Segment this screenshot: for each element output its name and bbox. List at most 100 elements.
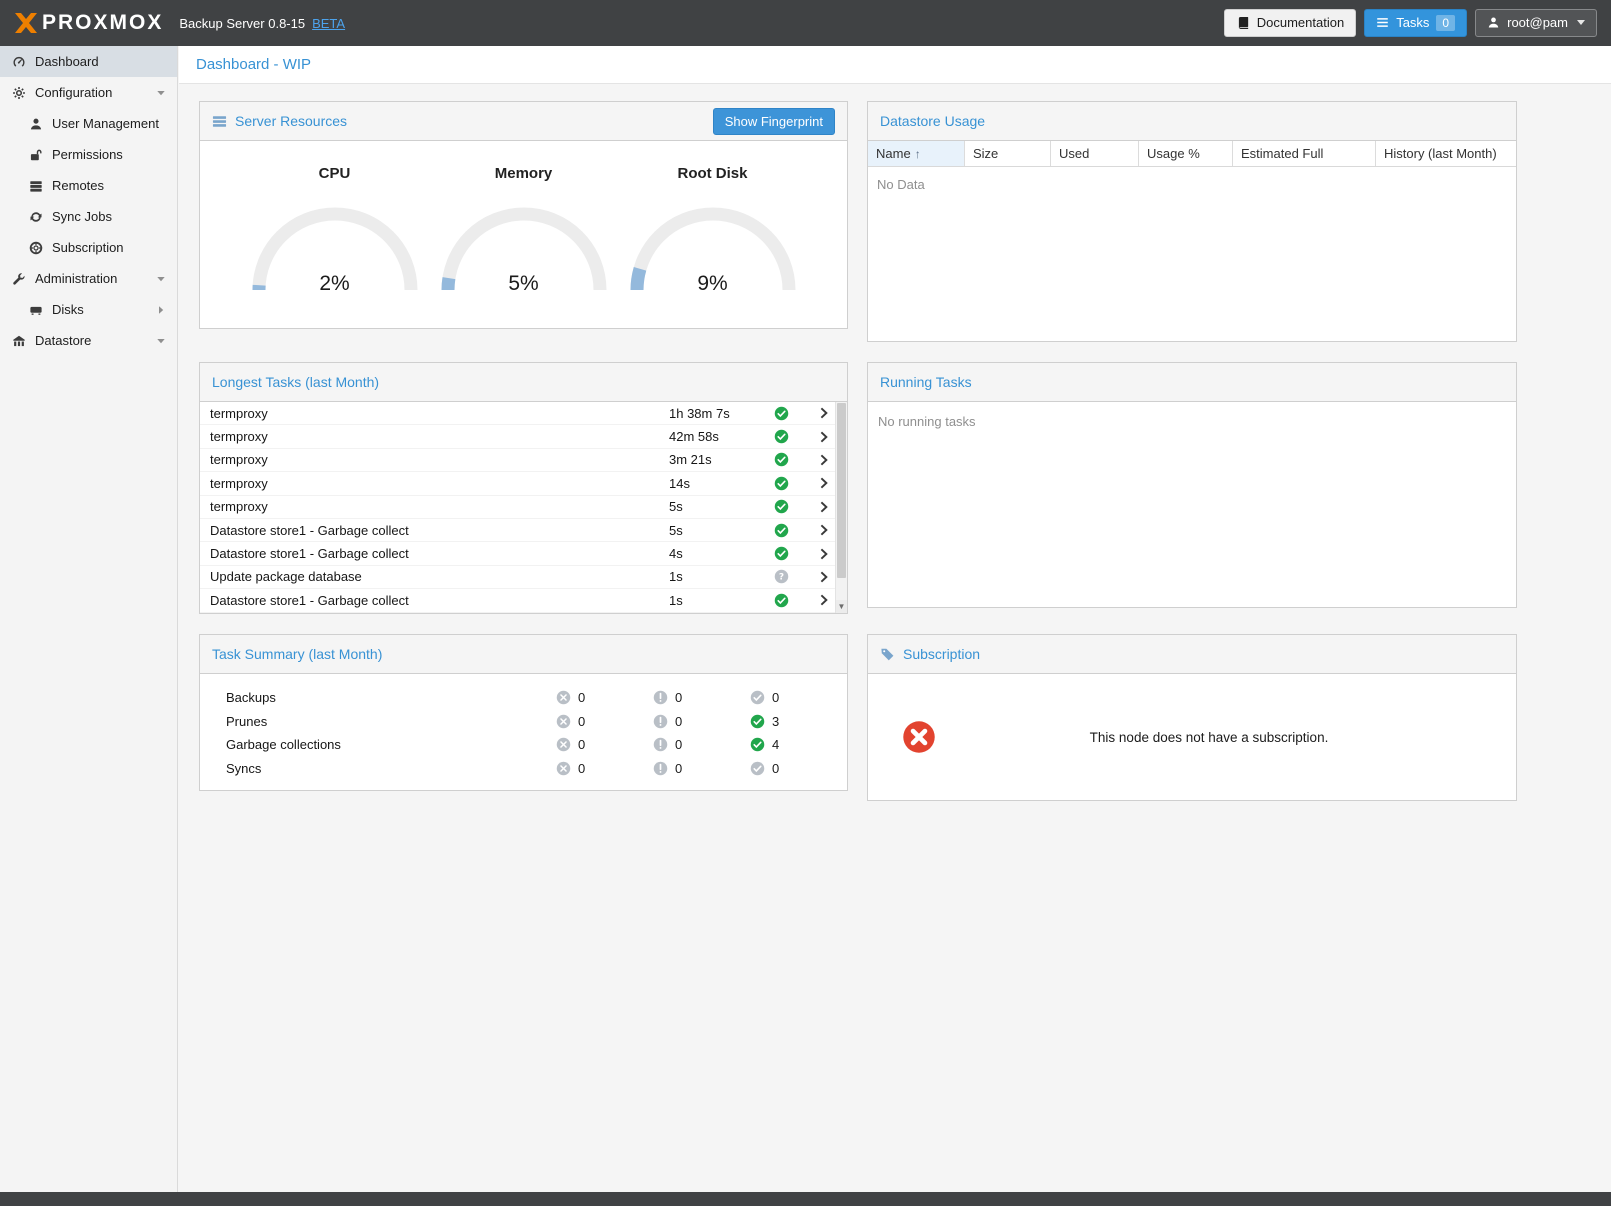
subscription-header: Subscription (868, 635, 1516, 674)
task-duration: 4s (669, 546, 774, 561)
column-header-history-last-month[interactable]: History (last Month) (1376, 141, 1516, 166)
sidebar-item-dashboard[interactable]: Dashboard (0, 46, 177, 77)
summary-row-syncs: Syncs000 (200, 757, 847, 781)
sidebar-item-subscription[interactable]: Subscription (0, 232, 177, 263)
caret-right-icon[interactable] (156, 305, 166, 315)
caret-down-icon[interactable] (156, 274, 166, 284)
documentation-button[interactable]: Documentation (1224, 9, 1356, 37)
sidebar-item-user-management[interactable]: User Management (0, 108, 177, 139)
sidebar-item-remotes[interactable]: Remotes (0, 170, 177, 201)
ok-count-cell[interactable]: 0 (750, 690, 847, 705)
chevron-right-icon[interactable] (807, 406, 831, 420)
tasks-button[interactable]: Tasks 0 (1364, 9, 1467, 37)
disk-icon (27, 302, 44, 318)
user-icon (1487, 16, 1500, 29)
page-title: Dashboard - WIP (196, 56, 311, 73)
product-version: Backup Server 0.8-15 (179, 16, 305, 31)
column-label: Usage % (1147, 146, 1200, 161)
longest-tasks-panel: Longest Tasks (last Month) termproxy1h 3… (199, 362, 848, 614)
show-fingerprint-button[interactable]: Show Fingerprint (713, 108, 835, 135)
summary-label: Backups (200, 690, 556, 705)
error-count-cell[interactable]: 0 (556, 737, 653, 752)
warning-count-cell[interactable]: 0 (653, 690, 750, 705)
task-row[interactable]: termproxy14s (200, 472, 835, 495)
gauge-value: 2% (245, 272, 425, 296)
ok-icon (750, 690, 765, 705)
chevron-right-icon[interactable] (807, 476, 831, 490)
ok-status-icon (774, 499, 807, 514)
vertical-scrollbar[interactable]: ▼ (835, 402, 847, 613)
datastore-usage-empty: No Data (868, 167, 1516, 341)
task-row[interactable]: Datastore store1 - Garbage collect4s (200, 542, 835, 565)
chevron-right-icon[interactable] (807, 547, 831, 561)
task-duration: 3m 21s (669, 452, 774, 467)
sidebar-item-label: Configuration (35, 85, 112, 100)
error-count-cell[interactable]: 0 (556, 714, 653, 729)
chevron-right-icon[interactable] (807, 523, 831, 537)
error-count-cell[interactable]: 0 (556, 690, 653, 705)
datastore-icon (10, 333, 27, 349)
warning-count-cell[interactable]: 0 (653, 714, 750, 729)
user-menu-button[interactable]: root@pam (1475, 9, 1597, 37)
task-row[interactable]: termproxy3m 21s (200, 449, 835, 472)
summary-row-backups: Backups000 (200, 686, 847, 710)
task-list-icon (1376, 16, 1389, 29)
user-menu-label: root@pam (1507, 15, 1568, 31)
ok-icon (750, 761, 765, 776)
task-row[interactable]: termproxy5s (200, 496, 835, 519)
sidebar-item-permissions[interactable]: Permissions (0, 139, 177, 170)
sort-asc-icon: ↑ (915, 147, 921, 161)
task-row[interactable]: termproxy1h 38m 7s (200, 402, 835, 425)
sidebar-item-disks[interactable]: Disks (0, 294, 177, 325)
ok-count-cell[interactable]: 0 (750, 761, 847, 776)
ok-status-icon (774, 429, 807, 444)
column-header-size[interactable]: Size (965, 141, 1051, 166)
column-header-estimated-full[interactable]: Estimated Full (1233, 141, 1376, 166)
sidebar-item-datastore[interactable]: Datastore (0, 325, 177, 356)
column-header-name[interactable]: Name↑ (868, 141, 965, 166)
sidebar-item-administration[interactable]: Administration (0, 263, 177, 294)
task-row[interactable]: termproxy42m 58s (200, 425, 835, 448)
caret-down-icon[interactable] (156, 336, 166, 346)
chevron-right-icon[interactable] (807, 500, 831, 514)
sidebar-item-label: Dashboard (35, 54, 99, 69)
ok-count-cell[interactable]: 3 (750, 714, 847, 729)
gauge-value: 9% (623, 272, 803, 296)
chevron-right-icon[interactable] (807, 453, 831, 467)
task-duration: 1s (669, 569, 774, 584)
sidebar-item-configuration[interactable]: Configuration (0, 77, 177, 108)
scrollbar-down-arrow[interactable]: ▼ (836, 600, 847, 613)
sidebar-item-sync-jobs[interactable]: Sync Jobs (0, 201, 177, 232)
caret-down-icon[interactable] (156, 88, 166, 98)
warning-count-cell[interactable]: 0 (653, 761, 750, 776)
warning-count: 0 (675, 761, 682, 776)
beta-link[interactable]: BETA (312, 16, 345, 31)
task-row[interactable]: Datastore store1 - Garbage collect5s (200, 519, 835, 542)
running-tasks-empty: No running tasks (868, 402, 1516, 607)
main-area: Dashboard - WIP Server Resources Show Fi… (179, 46, 1611, 1192)
summary-label: Syncs (200, 761, 556, 776)
task-row[interactable]: Update package database1s? (200, 566, 835, 589)
column-label: Estimated Full (1241, 146, 1323, 161)
ok-count-cell[interactable]: 4 (750, 737, 847, 752)
tasks-label: Tasks (1396, 15, 1429, 31)
ok-count: 3 (772, 714, 779, 729)
ok-icon (750, 714, 765, 729)
chevron-right-icon[interactable] (807, 593, 831, 607)
task-name: termproxy (210, 406, 669, 421)
column-header-used[interactable]: Used (1051, 141, 1139, 166)
chevron-right-icon[interactable] (807, 430, 831, 444)
running-tasks-title: Running Tasks (880, 374, 972, 390)
gauge-label: Memory (429, 165, 618, 182)
task-name: Datastore store1 - Garbage collect (210, 546, 669, 561)
task-row[interactable]: Datastore store1 - Garbage collect1s (200, 589, 835, 612)
chevron-right-icon[interactable] (807, 570, 831, 584)
scrollbar-thumb[interactable] (837, 403, 846, 578)
warning-count-cell[interactable]: 0 (653, 737, 750, 752)
tasks-count-badge: 0 (1436, 15, 1455, 31)
task-name: Datastore store1 - Garbage collect (210, 523, 669, 538)
column-header-usage[interactable]: Usage % (1139, 141, 1233, 166)
sidebar-item-label: User Management (52, 116, 159, 131)
error-count-cell[interactable]: 0 (556, 761, 653, 776)
proxmox-logo[interactable]: PROXMOX (10, 11, 167, 35)
